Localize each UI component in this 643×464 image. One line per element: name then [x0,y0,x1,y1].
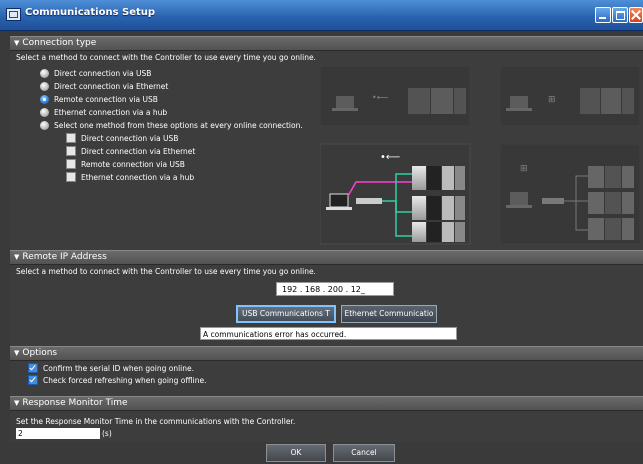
check-forced-refreshing[interactable]: Check forced refreshing when going offli… [28,375,207,386]
radio-label: Direct connection via Ethernet [54,82,169,91]
response-monitor-description: Set the Response Monitor Time in the com… [16,417,296,426]
laptop-icon [329,193,349,208]
controller-icon [412,166,465,242]
connection-diagrams: •⟵ ⊞ •⟵ ⊞ [320,65,640,245]
section-title: Options [22,348,58,358]
response-monitor-section: ▼ Response Monitor Time Set the Response … [10,396,643,442]
section-title: Remote IP Address [22,252,107,262]
remote-ip-description: Select a method to connect with the Cont… [16,267,316,276]
usb-icon: •⟵ [372,93,389,102]
laptop-icon [336,96,354,108]
ok-button[interactable]: OK [266,444,326,462]
collapse-arrow-icon: ▼ [14,399,20,407]
connection-type-section: ▼ Connection type Select a method to conn… [10,36,643,250]
checkbox [66,159,76,169]
radio-label: Remote connection via USB [54,95,158,104]
checkbox [66,172,76,182]
response-time-input[interactable]: 2 [16,428,100,439]
cancel-button[interactable]: Cancel [333,444,395,462]
checkbox [66,133,76,143]
radio-indicator-selected [40,94,49,104]
options-section: ▼ Options Confirm the serial ID when goin… [10,346,643,396]
remote-ip-header[interactable]: ▼ Remote IP Address [10,250,643,265]
check-remote-usb[interactable]: Remote connection via USB [66,159,185,170]
response-monitor-header[interactable]: ▼ Response Monitor Time [10,396,643,411]
checkbox-label: Check forced refreshing when going offli… [43,376,207,385]
radio-select-each-time[interactable]: Select one method from these options at … [40,120,303,131]
radio-label: Select one method from these options at … [54,121,303,130]
network-hub-icon: ⊞ [548,95,556,105]
checkbox-checked [28,375,38,385]
network-hub-icon [356,198,382,204]
ip-address-input[interactable]: 192 . 168 . 200 . 12_ [276,282,394,296]
radio-indicator [40,107,49,117]
radio-direct-ethernet[interactable]: Direct connection via Ethernet [40,81,169,92]
title-bar: Communications Setup [0,0,643,31]
check-ethernet-hub[interactable]: Ethernet connection via a hub [66,172,195,183]
radio-indicator [40,120,49,130]
radio-label: Ethernet connection via a hub [54,108,168,117]
close-button[interactable] [629,7,643,23]
radio-indicator [40,68,49,78]
diagram-ethernet-direct: ⊞ [499,65,640,127]
app-icon [6,8,21,21]
collapse-arrow-icon: ▼ [14,253,20,261]
svg-text:⊞: ⊞ [520,164,528,174]
diagram-usb-direct: •⟵ [320,65,471,127]
collapse-arrow-icon: ▼ [14,39,20,47]
section-title: Response Monitor Time [22,398,128,408]
usb-communications-test-button[interactable]: USB Communications T [236,305,336,323]
checkbox [66,146,76,156]
minimize-button[interactable] [595,7,611,23]
radio-remote-usb[interactable]: Remote connection via USB [40,94,158,105]
window-title: Communications Setup [25,7,156,18]
radio-ethernet-hub[interactable]: Ethernet connection via a hub [40,107,168,118]
options-header[interactable]: ▼ Options [10,346,643,361]
checkbox-checked [28,363,38,373]
ethernet-communications-test-button[interactable]: Ethernet Communicatio [341,305,437,323]
radio-label: Direct connection via USB [54,69,152,78]
radio-indicator [40,81,49,91]
diagram-ethernet-hub: ⊞ [499,143,640,245]
section-title: Connection type [22,38,97,48]
check-confirm-serial-id[interactable]: Confirm the serial ID when going online. [28,363,194,374]
check-direct-usb[interactable]: Direct connection via USB [66,133,179,144]
maximize-button[interactable] [612,7,628,23]
check-direct-ethernet[interactable]: Direct connection via Ethernet [66,146,196,157]
usb-icon: •⟵ [380,152,400,163]
communications-status: A communications error has occurred. [200,327,457,340]
checkbox-label: Confirm the serial ID when going online. [43,364,194,373]
checkbox-label: Direct connection via USB [81,134,179,143]
collapse-arrow-icon: ▼ [14,349,20,357]
response-time-unit: (s) [102,429,112,438]
diagram-remote-usb: •⟵ [320,143,471,245]
checkbox-label: Ethernet connection via a hub [81,173,195,182]
connection-type-description: Select a method to connect with the Cont… [16,53,316,62]
checkbox-label: Remote connection via USB [81,160,185,169]
radio-direct-usb[interactable]: Direct connection via USB [40,68,152,79]
checkbox-label: Direct connection via Ethernet [81,147,196,156]
